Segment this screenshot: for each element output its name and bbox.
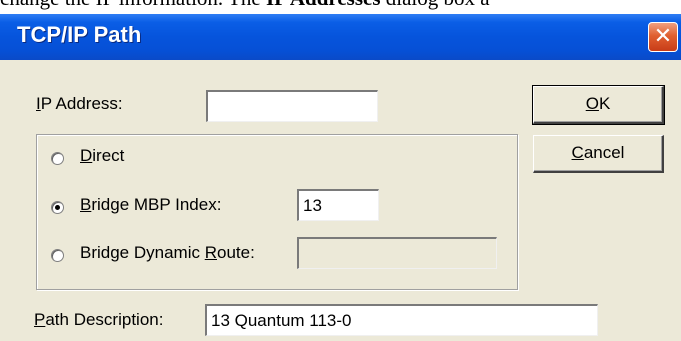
dialog-body: IP Address: OK Cancel Direct Bridge MBP … [0,60,681,341]
ok-button[interactable]: OK [532,85,665,125]
ip-address-input[interactable] [206,90,378,122]
bridge-dynamic-route-radio[interactable] [51,249,64,262]
tcpip-path-dialog: TCP/IP Path ✕ IP Address: OK Cancel Dire… [0,14,681,341]
bridge-dynamic-route-input [297,237,497,269]
bridge-mbp-index-input[interactable]: 13 [297,189,379,221]
title-bar[interactable]: TCP/IP Path ✕ [0,14,681,60]
direct-radio[interactable] [51,152,64,165]
direct-label[interactable]: Direct [80,146,124,166]
bridge-dynamic-route-label[interactable]: Bridge Dynamic Route: [80,243,255,263]
bridge-mbp-index-radio[interactable] [51,201,64,214]
path-description-label: Path Description: [34,310,164,329]
cancel-button[interactable]: Cancel [533,135,664,173]
path-description-input[interactable]: 13 Quantum 113-0 [205,304,598,336]
ip-address-label: IP Address: [36,94,123,113]
dialog-title: TCP/IP Path [17,22,142,47]
close-button[interactable]: ✕ [648,22,678,52]
bridge-mbp-index-label[interactable]: Bridge MBP Index: [80,195,221,215]
background-document-text: change the IP information. The IP Addres… [0,0,681,12]
close-icon: ✕ [653,24,673,49]
